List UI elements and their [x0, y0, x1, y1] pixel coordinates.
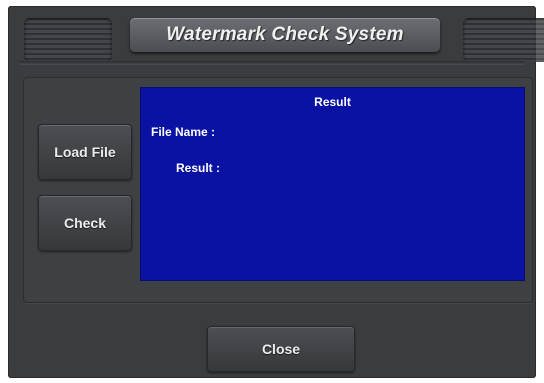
main-window: Watermark Check System Load File Check R…: [8, 6, 544, 378]
title-plate: Watermark Check System: [130, 18, 440, 52]
window-title: Watermark Check System: [166, 24, 404, 45]
left-vent-decoration: [24, 18, 112, 62]
close-button[interactable]: Close: [207, 326, 355, 372]
file-name-label: File Name :: [151, 125, 216, 139]
load-file-button[interactable]: Load File: [38, 124, 132, 180]
right-vent-decoration: [463, 18, 544, 62]
check-button[interactable]: Check: [38, 195, 132, 251]
header-divider: [18, 61, 526, 65]
result-label: Result :: [176, 161, 221, 175]
result-panel-title: Result: [314, 95, 351, 109]
result-panel: Result File Name : Result :: [140, 87, 525, 281]
